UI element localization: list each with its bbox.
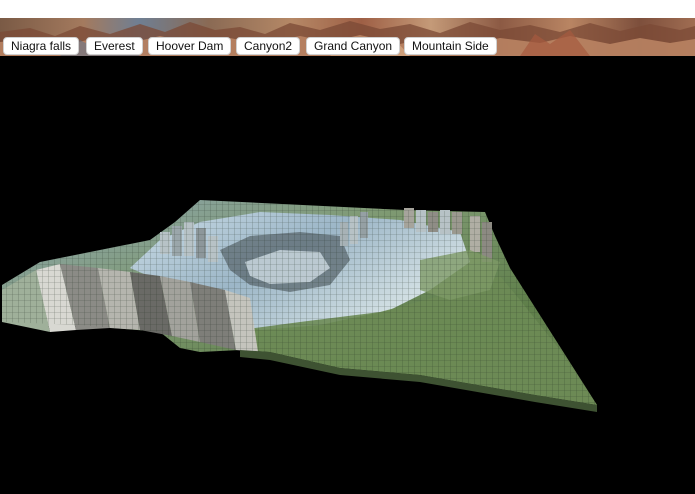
app-window: Niagra falls Everest Hoover Dam Canyon2 … [0,0,695,494]
preset-button-hoover-dam[interactable]: Hoover Dam [148,37,232,55]
top-strip [0,0,695,18]
3d-terrain-viewport[interactable] [0,57,695,494]
preset-button-grand-canyon[interactable]: Grand Canyon [306,37,401,55]
preset-button-mountain-side[interactable]: Mountain Side [404,37,497,55]
voxel-terrain-render [2,200,597,412]
preset-toolbar: Niagra falls Everest Hoover Dam Canyon2 … [0,37,695,57]
preset-button-niagra-falls[interactable]: Niagra falls [3,37,80,55]
voxel-grid-overlay [2,200,597,405]
preset-button-canyon2[interactable]: Canyon2 [236,37,301,55]
preset-button-everest[interactable]: Everest [86,37,143,55]
